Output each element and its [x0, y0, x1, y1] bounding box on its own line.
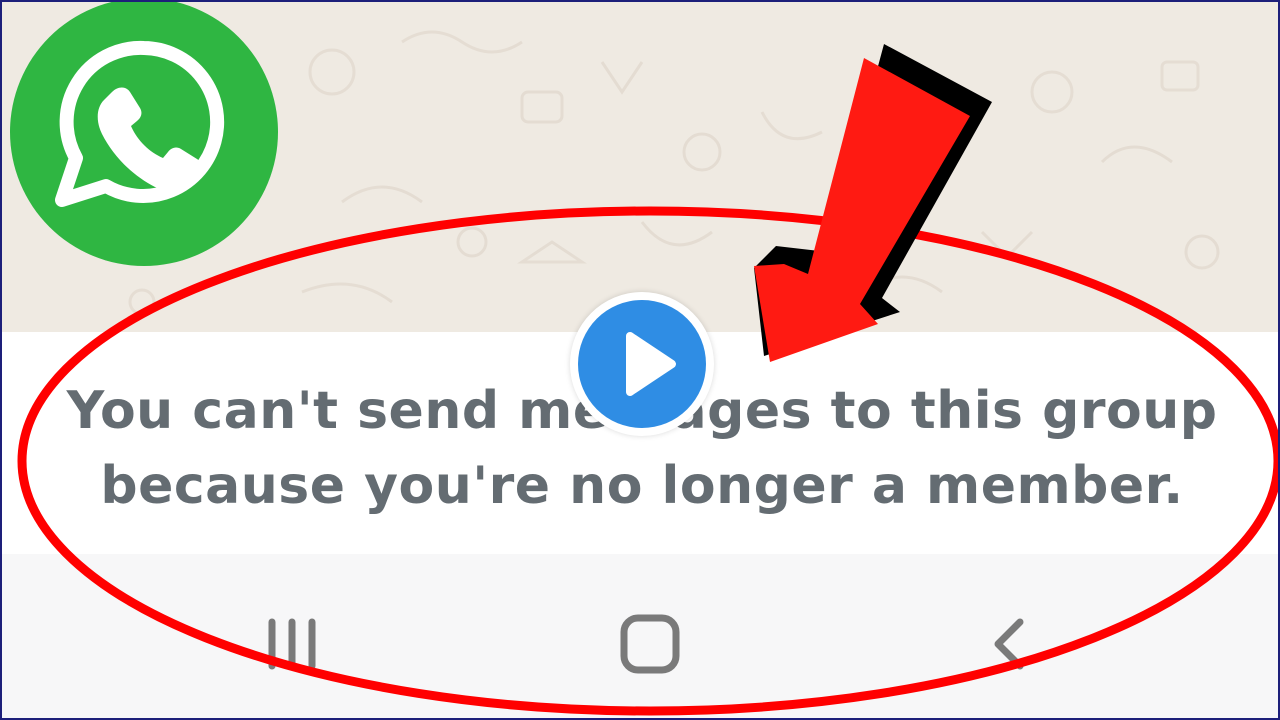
play-button-core — [578, 300, 706, 428]
system-navigation-bar — [2, 554, 1278, 718]
screenshot-frame: You can't send messages to this group be… — [0, 0, 1280, 720]
back-chevron-icon[interactable] — [988, 614, 1032, 674]
notice-line-2: because you're no longer a member. — [100, 456, 1184, 516]
recent-apps-icon[interactable] — [262, 614, 322, 674]
whatsapp-logo-icon — [10, 2, 278, 266]
home-icon[interactable] — [618, 612, 682, 676]
play-icon — [626, 332, 676, 396]
video-play-button[interactable] — [570, 292, 714, 436]
